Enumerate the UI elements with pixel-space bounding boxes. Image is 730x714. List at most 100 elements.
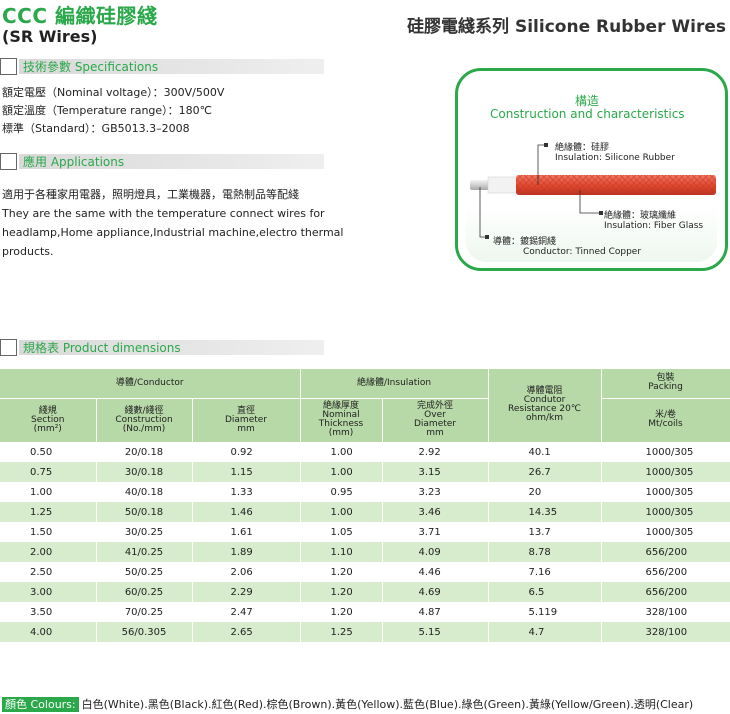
spec-standard: 標準（Standard）：GB5013.3–2008 — [2, 122, 190, 135]
table-cell: 1.00 — [300, 502, 383, 522]
header-insulation: 絶緣體/Insulation — [300, 369, 489, 399]
silicone-insulation-shape — [487, 176, 519, 194]
table-cell: 26.7 — [488, 462, 602, 482]
series-title: 硅膠電綫系列 Silicone Rubber Wires — [407, 17, 726, 37]
table-cell: 0.92 — [192, 442, 301, 462]
table-cell: 1000/305 — [601, 482, 730, 502]
table-cell: 1.25 — [300, 622, 383, 642]
label-fiberglass-en: Insulation: Fiber Glass — [604, 221, 704, 231]
table-cell: 1.20 — [300, 562, 383, 582]
table-cell: 2.65 — [192, 622, 301, 642]
table-cell: 656/200 — [601, 562, 730, 582]
header-thickness: 絶緣厚度 Nominal Thickness (mm) — [300, 398, 383, 443]
table-cell: 656/200 — [601, 542, 730, 562]
table-row: 1.25 50/0.18 1.46 1.00 3.46 14.35 1000/305 — [0, 502, 730, 522]
table-cell: 1000/305 — [601, 522, 730, 542]
table-row: 2.00 41/0.25 1.89 1.10 4.09 8.78 656/200 — [0, 542, 730, 562]
table-cell: 1.20 — [300, 582, 383, 602]
table-cell: 5.15 — [382, 622, 489, 642]
header-packing: 包裝 Packing — [601, 369, 730, 399]
table-cell: 4.46 — [382, 562, 489, 582]
table-cell: 0.95 — [300, 482, 383, 502]
colours-list: 白色(White).黑色(Black).紅色(Red).棕色(Brown).黃色… — [81, 698, 694, 711]
table-cell: 5.119 — [488, 602, 602, 622]
table-cell: 7.16 — [488, 562, 602, 582]
table-cell: 4.7 — [488, 622, 602, 642]
header-resistance: 導體電阻 Condutor Resistance 20℃ ohm/km — [488, 369, 602, 443]
table-row: 3.00 60/0.25 2.29 1.20 4.69 6.5 656/200 — [0, 582, 730, 602]
table-row: 1.00 40/0.18 1.33 0.95 3.23 20 1000/305 — [0, 482, 730, 502]
label-conductor-en: Conductor: Tinned Copper — [523, 247, 642, 257]
header-construction: 綫數/綫徑 Construction (No./mm) — [96, 398, 193, 443]
table-cell: 2.50 — [0, 562, 97, 582]
table-row: 0.50 20/0.18 0.92 1.00 2.92 40.1 1000/305 — [0, 442, 730, 462]
heading-checkbox-icon — [0, 338, 17, 356]
table-cell: 3.00 — [0, 582, 97, 602]
table-cell: 56/0.305 — [96, 622, 193, 642]
table-row: 3.50 70/0.25 2.47 1.20 4.87 5.119 328/100 — [0, 602, 730, 622]
table-cell: 3.71 — [382, 522, 489, 542]
table-cell: 2.29 — [192, 582, 301, 602]
spec-temperature: 額定溫度（Temperature range）：180℃ — [2, 104, 213, 117]
table-cell: 1.00 — [0, 482, 97, 502]
table-cell: 1.33 — [192, 482, 301, 502]
table-cell: 0.75 — [0, 462, 97, 482]
table-row: 0.75 30/0.18 1.15 1.00 3.15 26.7 1000/305 — [0, 462, 730, 482]
table-cell: 3.23 — [382, 482, 489, 502]
dimensions-heading: 規格表 Product dimensions — [0, 338, 324, 356]
colours-label: 顏色 Colours: — [2, 697, 79, 712]
table-cell: 3.15 — [382, 462, 489, 482]
heading-checkbox-icon — [0, 152, 17, 170]
table-cell: 1.00 — [300, 462, 383, 482]
table-cell: 1.05 — [300, 522, 383, 542]
table-row: 4.00 56/0.305 2.65 1.25 5.15 4.7 328/100 — [0, 622, 730, 642]
dimensions-heading-label: 規格表 Product dimensions — [19, 339, 324, 355]
table-cell: 2.00 — [0, 542, 97, 562]
table-cell: 1.61 — [192, 522, 301, 542]
table-cell: 2.06 — [192, 562, 301, 582]
heading-checkbox-icon — [0, 57, 17, 75]
table-cell: 70/0.25 — [96, 602, 193, 622]
table-cell: 2.92 — [382, 442, 489, 462]
dimensions-table: 導體/Conductor 絶緣體/Insulation 導體電阻 Conduto… — [0, 369, 730, 642]
table-cell: 1.10 — [300, 542, 383, 562]
table-cell: 1000/305 — [601, 462, 730, 482]
colours-line: 顏色 Colours: 白色(White).黑色(Black).紅色(Red).棕… — [2, 696, 693, 712]
construction-title-en: Construction and characteristics — [490, 107, 685, 121]
label-silicone-en: Insulation: Silicone Rubber — [555, 153, 675, 163]
table-cell: 1.20 — [300, 602, 383, 622]
table-cell: 1.25 — [0, 502, 97, 522]
applications-line-en-2: headlamp,Home appliance,Industrial machi… — [2, 226, 344, 239]
table-cell: 328/100 — [601, 602, 730, 622]
table-row: 1.50 30/0.25 1.61 1.05 3.71 13.7 1000/305 — [0, 522, 730, 542]
table-cell: 50/0.18 — [96, 502, 193, 522]
header-diameter: 直徑 Diameter mm — [192, 398, 301, 443]
table-cell: 1000/305 — [601, 442, 730, 462]
table-cell: 40/0.18 — [96, 482, 193, 502]
label-fiberglass-zh: 絶緣體：玻璃纖維 — [604, 211, 677, 221]
table-row: 2.50 50/0.25 2.06 1.20 4.46 7.16 656/200 — [0, 562, 730, 582]
product-title: CCC 編織硅膠綫 — [2, 4, 158, 28]
product-subtitle: (SR Wires) — [2, 27, 98, 46]
table-cell: 0.50 — [0, 442, 97, 462]
table-cell: 50/0.25 — [96, 562, 193, 582]
spec-voltage: 額定電壓（Nominal voltage）：300V/500V — [2, 86, 225, 99]
applications-line-zh: 適用于各種家用電器，照明燈具，工業機器，電熱制品等配綫 — [2, 188, 299, 201]
label-conductor-zh: 導體：鍍錫銅綫 — [493, 237, 557, 247]
header-packing-unit: 米/卷 Mt/coils — [601, 398, 730, 443]
label-silicone-zh: 絶緣體：硅膠 — [555, 143, 610, 153]
table-cell: 1.46 — [192, 502, 301, 522]
table-cell: 328/100 — [601, 622, 730, 642]
table-cell: 30/0.18 — [96, 462, 193, 482]
table-cell: 4.69 — [382, 582, 489, 602]
applications-line-en-3: products. — [2, 245, 54, 258]
table-cell: 13.7 — [488, 522, 602, 542]
table-cell: 6.5 — [488, 582, 602, 602]
table-cell: 656/200 — [601, 582, 730, 602]
table-cell: 60/0.25 — [96, 582, 193, 602]
applications-heading-label: 應用 Applications — [19, 153, 324, 169]
table-cell: 41/0.25 — [96, 542, 193, 562]
specifications-heading-label: 技術參數 Specifications — [19, 58, 324, 74]
table-cell: 1.15 — [192, 462, 301, 482]
table-cell: 3.50 — [0, 602, 97, 622]
